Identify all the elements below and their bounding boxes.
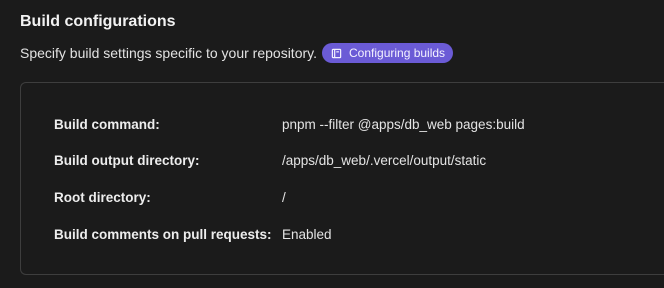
root-directory-value: /	[282, 189, 286, 205]
configuring-builds-link[interactable]: Configuring builds	[322, 43, 454, 63]
build-command-value: pnpm --filter @apps/db_web pages:build	[282, 116, 525, 132]
build-comments-row: Build comments on pull requests: Enabled	[54, 223, 332, 245]
root-directory-row: Root directory: /	[54, 186, 286, 208]
subtitle-row: Specify build settings specific to your …	[20, 42, 454, 64]
build-comments-label: Build comments on pull requests:	[54, 226, 272, 242]
build-command-row: Build command: pnpm --filter @apps/db_we…	[54, 113, 525, 135]
root-directory-label: Root directory:	[54, 189, 151, 205]
build-output-directory-label: Build output directory:	[54, 152, 200, 168]
section-title: Build configurations	[20, 13, 176, 30]
build-comments-value: Enabled	[282, 226, 332, 242]
book-icon	[331, 48, 342, 59]
build-settings-card: Build command: pnpm --filter @apps/db_we…	[20, 82, 664, 275]
section-subtitle: Specify build settings specific to your …	[20, 45, 317, 61]
configuring-builds-link-label: Configuring builds	[349, 46, 446, 60]
build-output-directory-value: /apps/db_web/.vercel/output/static	[282, 152, 487, 168]
build-configurations-section: Build configurations Specify build setti…	[0, 0, 664, 288]
build-output-directory-row: Build output directory: /apps/db_web/.ve…	[54, 149, 486, 171]
build-command-label: Build command:	[54, 116, 160, 132]
